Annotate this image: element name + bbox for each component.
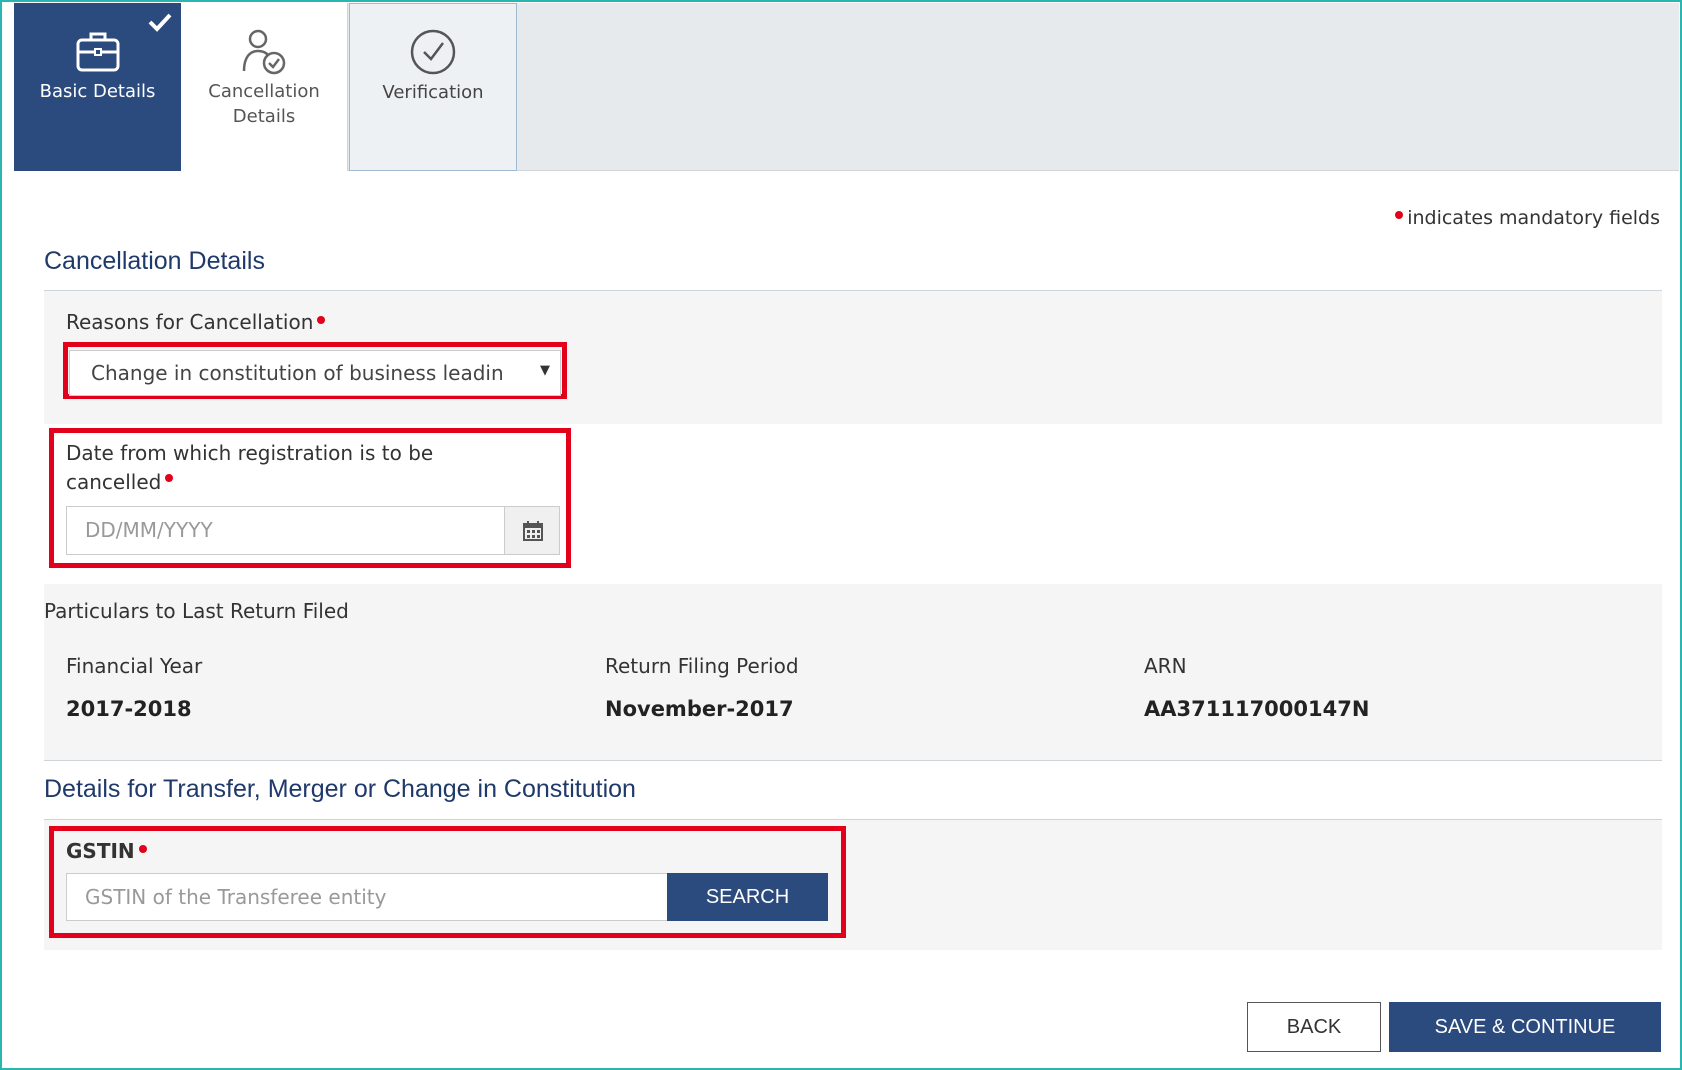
tab-verification[interactable]: Verification [349,3,517,171]
period-label: Return Filing Period [605,654,799,678]
back-button[interactable]: BACK [1247,1002,1381,1052]
date-placeholder: DD/MM/YYYY [85,518,213,542]
tab-label-line2: Details [232,106,296,127]
caret-down-icon: ▼ [540,363,550,378]
required-dot-icon [165,474,174,482]
required-dot-icon [1395,211,1404,219]
section-title-cancellation: Cancellation Details [44,247,265,275]
tab-label: Verification [382,82,484,103]
fy-label: Financial Year [66,654,203,678]
gstin-placeholder: GSTIN of the Transferee entity [85,885,387,909]
required-dot-icon [138,845,147,853]
gstin-label-text: GSTIN [66,839,135,863]
fy-value: 2017-2018 [66,697,192,721]
tab-basic-details[interactable]: Basic Details [14,3,181,171]
arn-label: ARN [1144,654,1187,678]
last-return-title: Particulars to Last Return Filed [44,599,349,623]
gstin-label: GSTIN [66,839,147,863]
date-label-line2: cancelled [66,470,162,494]
search-button[interactable]: SEARCH [667,873,828,921]
reason-label-text: Reasons for Cancellation [66,310,314,334]
arn-value: AA371117000147N [1144,697,1370,721]
divider [44,760,1662,761]
required-dot-icon [317,316,326,324]
check-circle-icon [410,29,456,75]
period-value: November-2017 [605,697,794,721]
reason-select[interactable]: Change in constitution of business leadi… [69,350,561,396]
tab-label: Basic Details [39,81,156,102]
save-continue-button[interactable]: SAVE & CONTINUE [1389,1002,1661,1052]
briefcase-icon [76,32,119,72]
check-icon [148,13,172,32]
reason-select-value: Change in constitution of business leadi… [91,361,504,385]
mandatory-note: indicates mandatory fields [1395,207,1660,229]
date-label: Date from which registration is to be ca… [66,439,433,497]
reason-label: Reasons for Cancellation [66,310,326,334]
section-title-transfer: Details for Transfer, Merger or Change i… [44,775,636,803]
date-input[interactable]: DD/MM/YYYY [66,506,506,555]
date-label-line1: Date from which registration is to be [66,441,434,465]
tab-cancellation-details[interactable]: Cancellation Details [181,3,348,171]
gstin-input[interactable]: GSTIN of the Transferee entity [66,873,669,921]
calendar-icon [523,521,543,541]
user-check-icon [242,29,286,75]
mandatory-note-text: indicates mandatory fields [1407,207,1660,229]
calendar-button[interactable] [504,506,560,555]
tab-label-line1: Cancellation [208,81,320,102]
